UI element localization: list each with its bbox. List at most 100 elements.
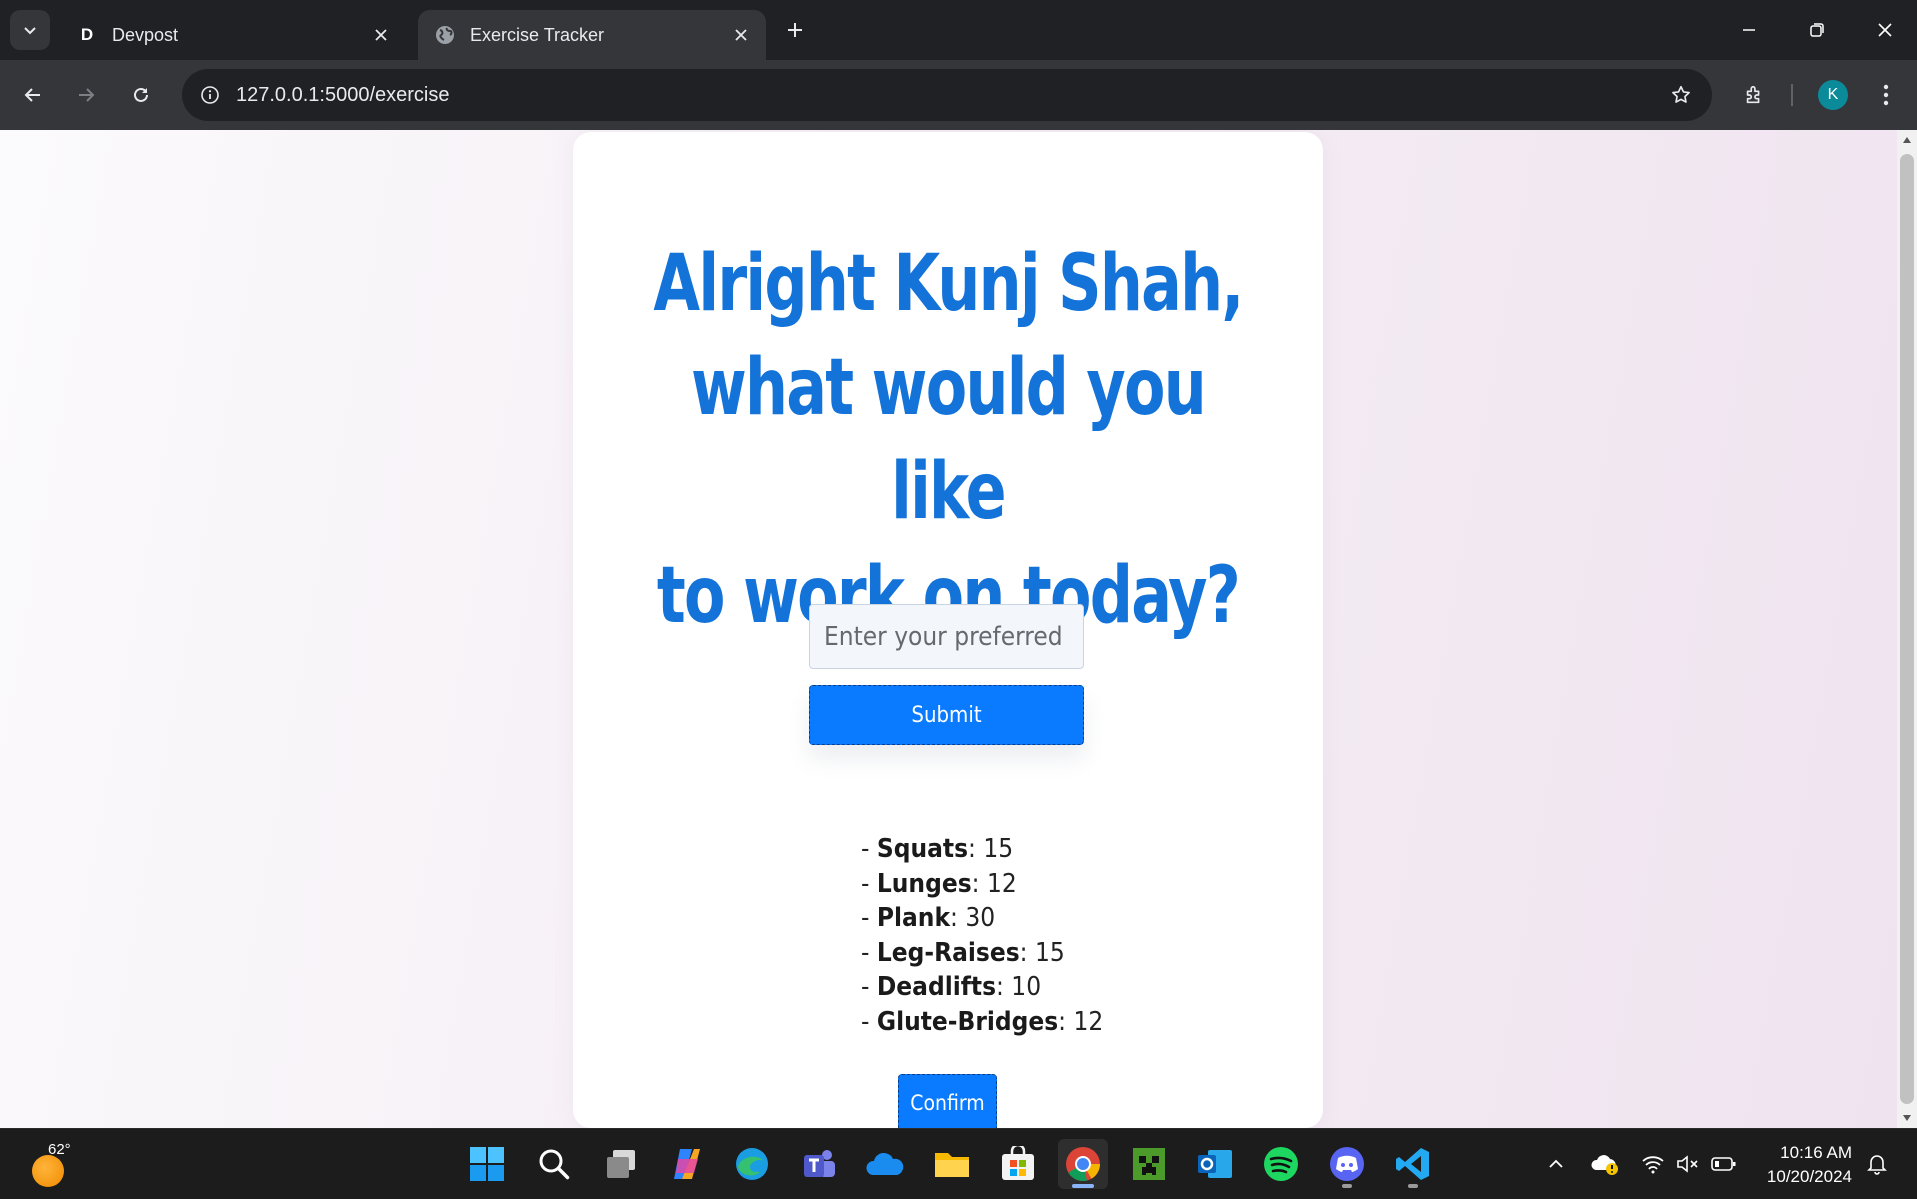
task-view-button[interactable] (596, 1139, 646, 1189)
list-item: - Deadlifts: 10 (861, 972, 1042, 1002)
close-tab-icon[interactable] (366, 20, 396, 50)
teams-app[interactable] (794, 1139, 844, 1189)
arrow-right-icon (79, 88, 95, 102)
restore-button[interactable] (1783, 0, 1851, 60)
plus-icon (788, 23, 802, 37)
browser-toolbar: 127.0.0.1:5000/exercise K (0, 60, 1917, 130)
spotify-icon (1264, 1147, 1298, 1181)
outlook-icon (1198, 1150, 1232, 1178)
running-indicator (1072, 1184, 1094, 1188)
devpost-icon: D (80, 25, 94, 44)
exercise-name: Glute-Bridges (876, 1006, 1059, 1037)
confirm-button[interactable]: Confirm (898, 1074, 997, 1128)
exercise-preference-input[interactable] (809, 604, 1084, 669)
vscode-app[interactable] (1388, 1139, 1438, 1189)
system-clock[interactable]: 10:16 AM 10/20/2024 (1752, 1141, 1852, 1189)
menu-kebab-icon[interactable] (1866, 75, 1906, 115)
discord-icon (1330, 1147, 1364, 1181)
store-icon (1002, 1146, 1034, 1180)
search-icon (539, 1149, 570, 1180)
copilot-app[interactable] (662, 1139, 712, 1189)
chevron-down-icon (24, 27, 36, 35)
url-text: 127.0.0.1:5000/exercise (236, 84, 450, 106)
running-indicator (1408, 1184, 1418, 1188)
exercise-reps: : 12 (1058, 1006, 1104, 1037)
exercise-list: - Squats: 15 - Lunges: 12 - Plank: 30 - … (861, 832, 1103, 1039)
running-indicator (1342, 1184, 1352, 1188)
close-icon (1878, 23, 1892, 37)
globe-icon (434, 24, 456, 46)
minecraft-icon (1133, 1148, 1165, 1180)
battery-icon[interactable] (1709, 1147, 1739, 1181)
exercise-card: Alright Kunj Shah, what would you like t… (573, 132, 1323, 1128)
folder-icon (935, 1153, 969, 1177)
exercise-reps: : 30 (950, 903, 996, 933)
search-button[interactable] (529, 1139, 579, 1189)
list-item: - Leg-Raises: 15 (861, 937, 1065, 968)
spotify-app[interactable] (1256, 1139, 1306, 1189)
exercise-reps: : 15 (1019, 937, 1065, 968)
bookmark-star-icon[interactable] (1666, 80, 1696, 110)
reload-icon (134, 87, 148, 102)
chrome-app[interactable] (1058, 1139, 1108, 1189)
exercise-reps: : 12 (971, 868, 1017, 899)
edge-icon (736, 1148, 768, 1180)
copilot-icon (674, 1149, 700, 1179)
list-item: - Lunges: 12 (861, 868, 1017, 899)
sun-icon (32, 1155, 64, 1187)
exercise-name: Squats (876, 834, 969, 864)
tab-strip: D Devpost Exercise Tracker (0, 0, 1917, 60)
scroll-up-arrow-icon[interactable] (1897, 130, 1917, 150)
toolbar-separator (1791, 84, 1793, 106)
back-button[interactable] (13, 75, 53, 115)
onedrive-icon (866, 1152, 904, 1175)
weather-widget[interactable]: 62° (30, 1139, 90, 1189)
tab-title: Devpost (112, 24, 179, 45)
close-window-button[interactable] (1851, 0, 1917, 60)
arrow-left-icon (24, 88, 40, 102)
site-info-icon[interactable] (192, 77, 228, 113)
clock-time: 10:16 AM (1780, 1143, 1852, 1162)
wifi-icon[interactable] (1638, 1147, 1668, 1181)
list-item: - Glute-Bridges: 12 (861, 1006, 1104, 1037)
show-hidden-icons-chevron-up-icon[interactable] (1541, 1147, 1571, 1181)
close-tab-icon[interactable] (726, 20, 756, 50)
teams-icon (804, 1150, 835, 1177)
tab-exercise-tracker[interactable]: Exercise Tracker (418, 10, 766, 60)
tab-devpost[interactable]: D Devpost (60, 10, 406, 60)
scroll-down-arrow-icon[interactable] (1897, 1108, 1917, 1128)
tab-title: Exercise Tracker (470, 24, 605, 45)
onedrive-warning-icon[interactable] (1590, 1147, 1620, 1181)
start-button[interactable] (462, 1139, 512, 1189)
microsoft-store-app[interactable] (993, 1139, 1043, 1189)
clock-date: 10/20/2024 (1766, 1167, 1852, 1186)
onedrive-app[interactable] (860, 1139, 910, 1189)
exercise-name: Plank (876, 903, 951, 933)
minecraft-app[interactable] (1124, 1139, 1174, 1189)
forward-button[interactable] (66, 75, 106, 115)
scroll-thumb[interactable] (1900, 154, 1914, 1104)
edge-app[interactable] (727, 1139, 777, 1189)
volume-muted-icon[interactable] (1673, 1147, 1703, 1181)
address-bar[interactable]: 127.0.0.1:5000/exercise (182, 69, 1712, 121)
exercise-reps: : 15 (968, 834, 1014, 864)
discord-app[interactable] (1322, 1139, 1372, 1189)
profile-avatar[interactable]: K (1818, 80, 1848, 110)
tab-search-button[interactable] (10, 10, 50, 50)
notification-bell-icon[interactable] (1862, 1147, 1892, 1181)
page-viewport: Alright Kunj Shah, what would you like t… (0, 130, 1897, 1128)
exercise-reps: : 10 (996, 972, 1042, 1002)
reload-button[interactable] (121, 75, 161, 115)
submit-button[interactable]: Submit (809, 685, 1084, 745)
new-tab-button[interactable] (780, 15, 810, 45)
file-explorer-app[interactable] (927, 1139, 977, 1189)
exercise-name: Leg-Raises (876, 937, 1020, 968)
outlook-app[interactable] (1190, 1139, 1240, 1189)
extensions-icon[interactable] (1734, 75, 1774, 115)
restore-icon (1810, 23, 1824, 37)
list-item: - Plank: 30 (861, 903, 996, 933)
minimize-button[interactable] (1715, 0, 1783, 60)
page-scrollbar[interactable] (1897, 130, 1917, 1128)
exercise-name: Lunges (876, 868, 972, 899)
vscode-icon (1396, 1148, 1429, 1180)
